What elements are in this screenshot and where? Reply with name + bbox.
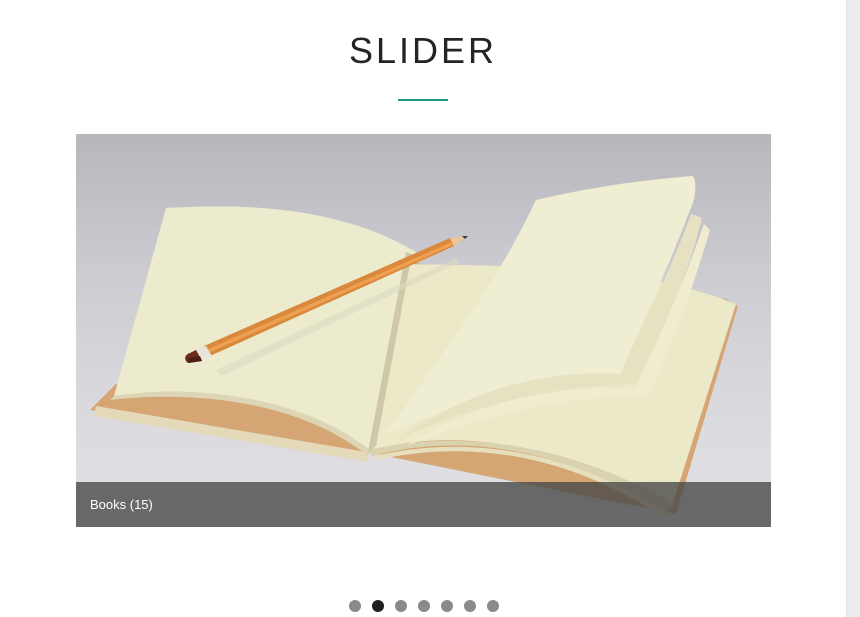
pagination-dot-6[interactable]	[464, 600, 476, 612]
pagination-dot-5[interactable]	[441, 600, 453, 612]
pagination-dot-2[interactable]	[372, 600, 384, 612]
section-title: SLIDER	[348, 30, 498, 71]
page: SLIDER Books (15)	[0, 0, 860, 617]
pagination-dot-4[interactable]	[418, 600, 430, 612]
slider-pagination	[349, 600, 499, 612]
pagination-dot-3[interactable]	[395, 600, 407, 612]
title-underline	[398, 99, 448, 101]
slide-caption-bar: Books (15)	[76, 482, 771, 527]
scrollbar[interactable]	[846, 0, 860, 617]
slide[interactable]: Books (15)	[76, 134, 771, 527]
slide-caption: Books (15)	[90, 497, 153, 512]
slide-image	[90, 175, 738, 518]
pagination-dot-1[interactable]	[349, 600, 361, 612]
pagination-dot-7[interactable]	[487, 600, 499, 612]
